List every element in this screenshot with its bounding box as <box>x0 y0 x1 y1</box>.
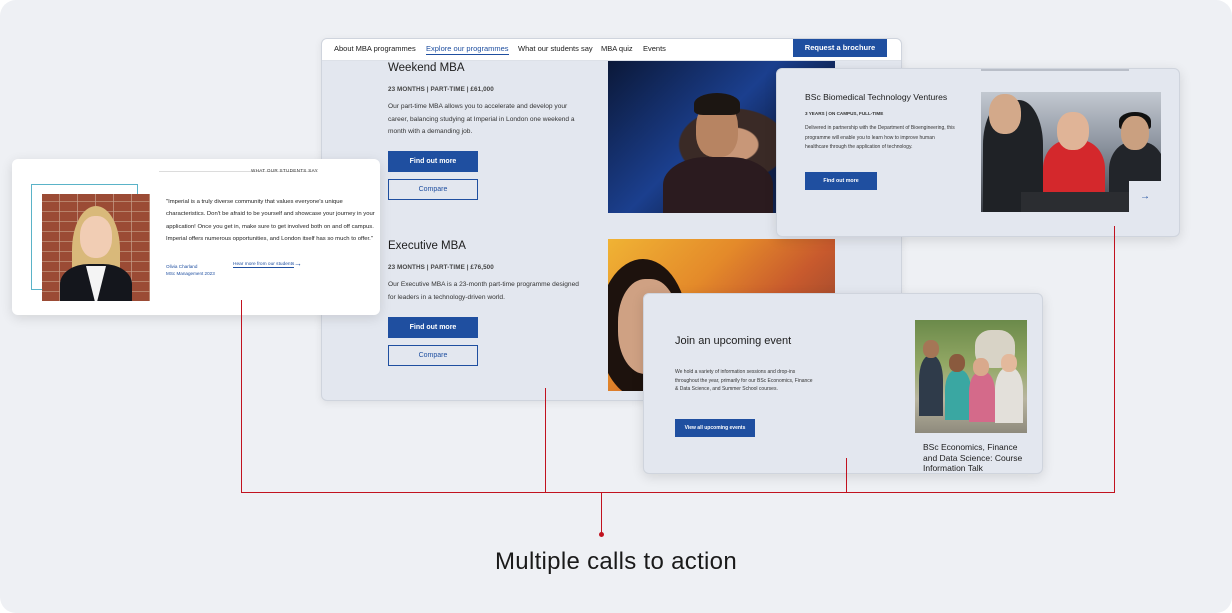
biomedical-card: BSc Biomedical Technology Ventures 3 YEA… <box>776 68 1180 237</box>
biomedical-description: Delivered in partnership with the Depart… <box>805 125 955 151</box>
nav-students-say[interactable]: What our students say <box>518 44 593 53</box>
compare-button-executive[interactable]: Compare <box>388 345 478 366</box>
student-name: Olivia Charland MSc Management 2023 <box>166 263 215 277</box>
nav-events[interactable]: Events <box>643 44 666 53</box>
top-navigation: About MBA programmes Explore our program… <box>322 39 901 61</box>
nav-explore-programmes[interactable]: Explore our programmes <box>426 44 509 55</box>
nav-about-mba[interactable]: About MBA programmes <box>334 44 416 53</box>
connector-line <box>846 458 847 493</box>
connector-line <box>601 493 602 534</box>
events-description: We hold a variety of information session… <box>675 369 813 392</box>
connector-line <box>545 388 546 493</box>
connector-line <box>241 300 242 493</box>
figure-caption: Multiple calls to action <box>495 548 737 575</box>
compare-button-weekend[interactable]: Compare <box>388 179 478 200</box>
find-out-more-button-weekend[interactable]: Find out more <box>388 151 478 172</box>
testimonial-card: WHAT OUR STUDENTS SAY "Imperial is a tru… <box>12 159 380 315</box>
student-programme: MSc Management 2023 <box>166 271 215 276</box>
programme-title-weekend: Weekend MBA <box>388 62 465 74</box>
testimonial-header: WHAT OUR STUDENTS SAY <box>250 168 318 173</box>
student-name-text: Olivia Charland <box>166 264 198 269</box>
programme-meta-weekend: 23 MONTHS | PART-TIME | £61,000 <box>388 86 494 93</box>
connector-line <box>241 492 1115 493</box>
find-out-more-button-executive[interactable]: Find out more <box>388 317 478 338</box>
arrow-right-icon[interactable]: → <box>294 259 302 268</box>
connector-line <box>1114 226 1115 493</box>
find-out-more-button-biomedical[interactable]: Find out more <box>805 172 877 190</box>
programme-description-executive: Our Executive MBA is a 23-month part-tim… <box>388 281 579 301</box>
events-card: Join an upcoming event We hold a variety… <box>643 293 1043 474</box>
nav-mba-quiz[interactable]: MBA quiz <box>601 44 633 53</box>
biomedical-title: BSc Biomedical Technology Ventures <box>805 92 948 102</box>
programme-title-executive: Executive MBA <box>388 240 466 252</box>
canvas: About MBA programmes Explore our program… <box>0 0 1232 613</box>
arrow-right-icon[interactable]: → <box>1129 181 1161 212</box>
event-photo <box>915 320 1027 433</box>
events-title: Join an upcoming event <box>675 335 792 347</box>
student-photo <box>42 194 150 301</box>
request-brochure-button[interactable]: Request a brochure <box>793 39 887 57</box>
connector-dot <box>599 532 604 537</box>
testimonial-quote: "Imperial is a truly diverse community t… <box>166 199 375 243</box>
event-caption[interactable]: BSc Economics, Finance and Data Science:… <box>923 442 1033 473</box>
programme-description-weekend: Our part-time MBA allows you to accelera… <box>388 103 575 135</box>
biomedical-meta: 3 YEARS | ON CAMPUS, FULL-TIME <box>805 111 884 116</box>
hear-more-link[interactable]: Hear more from our students <box>233 262 295 268</box>
view-all-events-button[interactable]: View all upcoming events <box>675 419 755 437</box>
programme-meta-executive: 23 MONTHS | PART-TIME | £76,500 <box>388 264 494 271</box>
